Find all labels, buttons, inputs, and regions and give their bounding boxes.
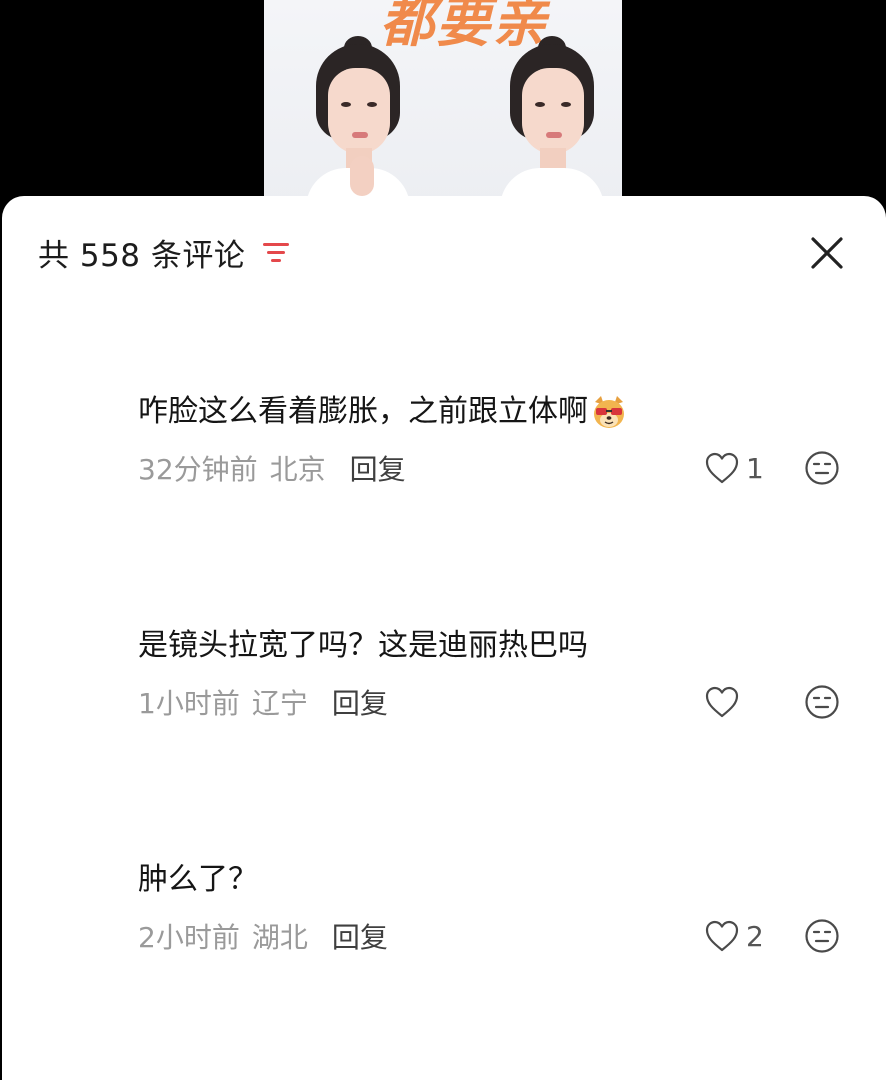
reply-button[interactable]: 回复 [350,448,406,488]
heart-icon [705,452,739,484]
comment-time: 2小时前 [138,921,240,954]
like-count: 1 [746,451,764,485]
dislike-face-icon[interactable] [804,684,840,720]
comment-time: 32分钟前 [138,453,258,486]
comment-sheet-header: 共 558 条评论 [38,232,290,274]
person-left-image [306,36,410,210]
screen: 都要亲 共 558 条评论 咋脸这么看着膨胀，之前跟立体啊 32分钟前 北京 回… [0,0,886,1080]
comment-region: 北京 [269,453,326,486]
comment-item: 肿么了？ 2小时前 湖北 回复 2 [138,860,858,956]
person-right-image [500,36,604,210]
dislike-face-icon[interactable] [804,450,840,486]
comment-meta: 1小时前 辽宁 回复 [138,682,858,722]
comment-time: 1小时前 [138,687,240,720]
comment-count-label: 共 558 条评论 [38,237,246,274]
comment-region: 辽宁 [251,687,308,720]
like-count: 2 [746,919,764,953]
close-icon [811,237,843,269]
like-button[interactable]: 1 [704,448,764,488]
video-preview[interactable]: 都要亲 [264,0,622,210]
dislike-face-icon[interactable] [804,918,840,954]
comment-text: 咋脸这么看着膨胀，之前跟立体啊 [138,394,588,429]
sort-icon[interactable] [263,240,290,264]
comment-text-wrapper: 咋脸这么看着膨胀，之前跟立体啊 [138,392,858,432]
like-button[interactable] [704,682,746,722]
comment-item: 咋脸这么看着膨胀，之前跟立体啊 32分钟前 北京 回复 1 [138,392,858,488]
comment-sheet: 共 558 条评论 咋脸这么看着膨胀，之前跟立体啊 32分钟前 北京 回复 1 … [2,196,886,1080]
reply-button[interactable]: 回复 [332,916,388,956]
heart-icon [705,920,739,952]
comment-text: 是镜头拉宽了吗？这是迪丽热巴吗 [138,628,588,663]
like-button[interactable]: 2 [704,916,764,956]
heart-icon [705,686,739,718]
comment-item: 是镜头拉宽了吗？这是迪丽热巴吗 1小时前 辽宁 回复 [138,626,858,722]
dog-sunglasses-emoji-icon [594,396,624,428]
comment-text: 肿么了？ [138,862,258,897]
comment-region: 湖北 [251,921,308,954]
close-button[interactable] [808,234,846,272]
reply-button[interactable]: 回复 [332,682,388,722]
